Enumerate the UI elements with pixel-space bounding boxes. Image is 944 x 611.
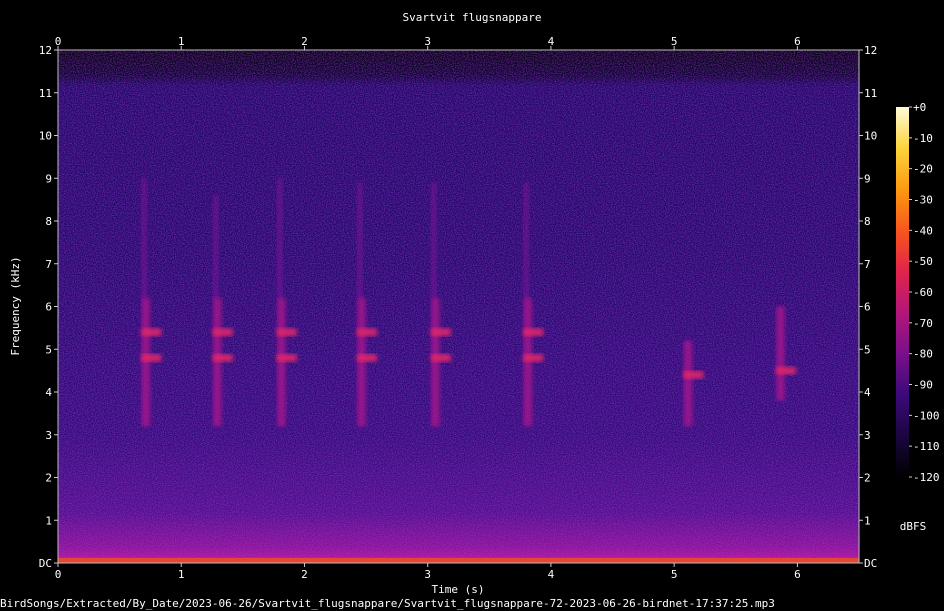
colorbar-tick-label: -30 (913, 194, 933, 207)
colorbar-tick-label: -70 (913, 317, 933, 330)
call-peak (212, 353, 233, 362)
call-core (213, 297, 222, 427)
y-ticks-right: DC123456789101112 (859, 44, 877, 570)
call-peak (430, 353, 451, 362)
y-tick-label-left: DC (39, 557, 52, 570)
colorbar-tick-label: -110 (913, 440, 940, 453)
x-tick-label-bottom: 4 (548, 568, 555, 581)
colorbar-tick-label: -90 (913, 379, 933, 392)
call-peak (141, 353, 162, 362)
call-core (277, 297, 286, 427)
y-tick-label-right: 12 (864, 44, 877, 57)
colorbar-tick-label: -40 (913, 224, 933, 237)
colorbar: +0 -10 -20 -30 -40 -50 -60 -70 -80 -90 -100 -110 -12… (896, 101, 940, 533)
y-tick-label-right: 2 (864, 472, 871, 485)
spectrogram-chart: Svartvit flugsnappare 0123456 0123456 DC… (9, 11, 940, 596)
x-tick-label-bottom: 3 (424, 568, 431, 581)
call-peak (430, 328, 451, 337)
x-tick-label-bottom: 2 (301, 568, 308, 581)
colorbar-tick-label: -20 (913, 163, 933, 176)
colorbar-ticks: +0 -10 -20 -30 -40 -50 -60 -70 -80 -90 -100 -110 -12… (909, 101, 940, 484)
call-peak (212, 328, 233, 337)
colorbar-scale (896, 107, 909, 477)
call-core (431, 297, 440, 427)
y-tick-label-left: 5 (45, 343, 52, 356)
x-tick-label-top: 4 (548, 35, 555, 48)
y-tick-label-right: 7 (864, 258, 871, 271)
y-tick-label-left: 2 (45, 472, 52, 485)
call-core (524, 297, 533, 427)
call-peak (141, 328, 162, 337)
y-tick-label-right: 9 (864, 172, 871, 185)
x-tick-label-top: 2 (301, 35, 308, 48)
call-peak (356, 353, 377, 362)
y-tick-label-right: 4 (864, 386, 871, 399)
y-tick-label-right: 1 (864, 514, 871, 527)
call-peak (523, 328, 544, 337)
call-peak (276, 353, 297, 362)
y-tick-label-left: 9 (45, 172, 52, 185)
y-tick-label-left: 3 (45, 429, 52, 442)
y-tick-label-left: 11 (39, 87, 52, 100)
x-tick-label-top: 6 (794, 35, 801, 48)
call-core (684, 340, 693, 427)
colorbar-tick-label: -100 (913, 409, 940, 422)
x-tick-label-bottom: 6 (794, 568, 801, 581)
x-tick-label-bottom: 1 (178, 568, 185, 581)
call-peak (775, 366, 796, 375)
call-core (142, 297, 151, 427)
y-ticks-left: DC123456789101112 (39, 44, 58, 570)
call-core (357, 297, 366, 427)
y-tick-label-right: 5 (864, 343, 871, 356)
x-axis-label: Time (s) (432, 583, 485, 596)
call-peak (683, 370, 704, 379)
x-tick-label-top: 0 (55, 35, 62, 48)
colorbar-tick-label: -120 (913, 471, 940, 484)
colorbar-tick-label: +0 (913, 101, 926, 114)
plot-area (57, 49, 860, 564)
y-tick-label-left: 6 (45, 301, 52, 314)
call-peak (276, 328, 297, 337)
colorbar-tick-label: -60 (913, 286, 933, 299)
y-tick-label-left: 4 (45, 386, 52, 399)
y-tick-label-left: 8 (45, 215, 52, 228)
y-tick-label-left: 10 (39, 130, 52, 143)
colorbar-tick-label: -80 (913, 348, 933, 361)
chart-title: Svartvit flugsnappare (402, 11, 541, 24)
y-tick-label-right: 10 (864, 130, 877, 143)
x-tick-label-bottom: 0 (55, 568, 62, 581)
dc-band (58, 557, 859, 563)
y-tick-label-right: 11 (864, 87, 877, 100)
y-axis-label: Frequency (kHz) (9, 256, 22, 355)
call-core (776, 306, 785, 401)
y-tick-label-right: 3 (864, 429, 871, 442)
y-tick-label-left: 1 (45, 514, 52, 527)
x-tick-label-top: 5 (671, 35, 678, 48)
y-tick-label-left: 7 (45, 258, 52, 271)
y-tick-label-left: 12 (39, 44, 52, 57)
spectrogram-noise (58, 50, 859, 563)
y-tick-label-right: 6 (864, 301, 871, 314)
x-tick-label-bottom: 5 (671, 568, 678, 581)
x-ticks-bottom: 0 1 2 3 4 5 6 (55, 563, 801, 581)
call-peak (356, 328, 377, 337)
y-tick-label-right: DC (864, 557, 877, 570)
colorbar-tick-label: -50 (913, 255, 933, 268)
y-tick-label-right: 8 (864, 215, 871, 228)
colorbar-unit: dBFS (900, 520, 927, 533)
call-peak (523, 353, 544, 362)
x-ticks-top: 0 1 2 3 4 5 6 (55, 35, 801, 50)
file-path: BirdSongs/Extracted/By_Date/2023-06-26/S… (0, 597, 775, 610)
x-tick-label-top: 3 (424, 35, 431, 48)
x-tick-label-top: 1 (178, 35, 185, 48)
colorbar-tick-label: -10 (913, 132, 933, 145)
